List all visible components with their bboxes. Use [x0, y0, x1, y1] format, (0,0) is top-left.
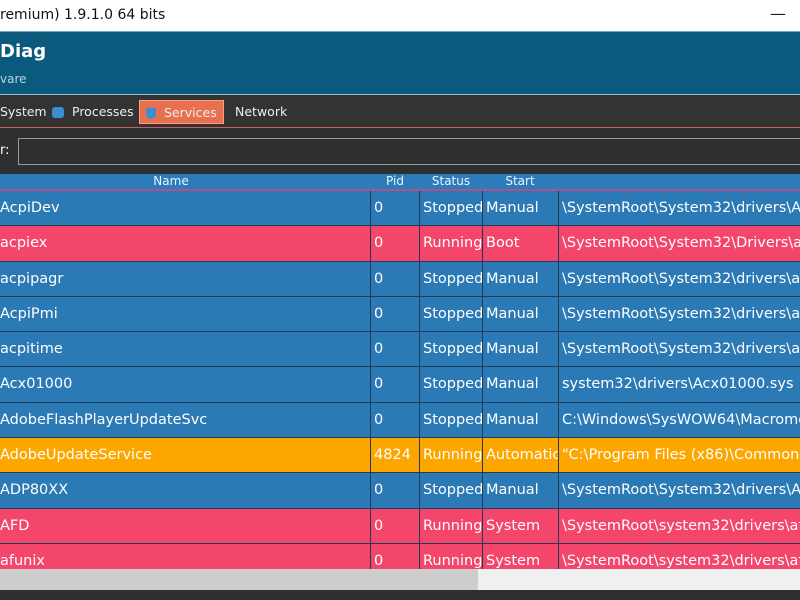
services-table: Name Pid Status Start AcpiDev 0 Stopped Man…	[0, 174, 800, 586]
minimize-button[interactable]: —	[770, 0, 786, 28]
cell-path: \SystemRoot\System32\Drivers\ac	[562, 235, 800, 252]
cell-service-name: AcpiDev	[0, 191, 371, 226]
cell-status: Running	[420, 226, 483, 262]
cell-path: C:\Windows\SysWOW64\Macrome	[562, 411, 800, 428]
cell-service-name: ADP80XX	[0, 473, 371, 509]
scrollbar-thumb[interactable]	[0, 569, 478, 590]
cell-status: Running	[420, 508, 483, 544]
table-header: Name Pid Status Start	[0, 174, 800, 191]
app-banner: Diag vare	[0, 31, 800, 95]
tab-services[interactable]: Services	[139, 100, 224, 124]
cell-start-type: Automatic	[483, 438, 559, 474]
cell-path: \SystemRoot\System32\drivers\ac	[562, 270, 800, 287]
cell-service-name: AdobeFlashPlayerUpdateSvc	[0, 402, 371, 438]
cell-status: Stopped	[420, 261, 483, 297]
app-title: Diag	[0, 41, 47, 62]
table-row[interactable]: acpiex 0 Running Boot \SystemRoot\System32\D…	[0, 226, 800, 262]
cell-status: Stopped	[420, 296, 483, 332]
shield-icon	[146, 108, 156, 119]
tab-label: Network	[235, 104, 288, 119]
cell-pid: 0	[371, 473, 420, 509]
table-row[interactable]: AdobeFlashPlayerUpdateSvc 0 Stopped Manual C…	[0, 402, 800, 439]
horizontal-scrollbar[interactable]	[0, 569, 800, 590]
cell-start-type: Manual	[483, 191, 559, 226]
cell-status: Stopped	[420, 191, 483, 226]
cell-start-type: Manual	[483, 402, 559, 438]
cell-status: Stopped	[420, 473, 483, 509]
cell-pid: 0	[371, 402, 420, 438]
cell-path: \SystemRoot\System32\drivers\AD	[562, 482, 800, 499]
cell-start-type: Boot	[483, 226, 559, 262]
cell-path: system32\drivers\Acx01000.sys	[562, 376, 794, 393]
tab-label: Services	[164, 105, 217, 120]
cell-pid: 0	[371, 296, 420, 332]
cell-pid: 4824	[371, 438, 420, 474]
cell-service-name: AcpiPmi	[0, 296, 371, 332]
cell-service-name: acpitime	[0, 332, 371, 368]
tab-network[interactable]: Network	[229, 100, 293, 124]
cell-path: \SystemRoot\System32\drivers\ac	[562, 305, 800, 322]
cell-status: Stopped	[420, 367, 483, 403]
cell-path: \SystemRoot\System32\drivers\Ac	[562, 200, 800, 216]
title-bar: remium) 1.9.1.0 64 bits —	[0, 0, 800, 31]
cell-service-name: AdobeUpdateService	[0, 438, 371, 474]
tab-label: Processes	[72, 104, 134, 119]
filter-input[interactable]	[18, 138, 800, 165]
cell-service-name: Acx01000	[0, 367, 371, 403]
table-row[interactable]: AFD 0 Running System \SystemRoot\system32\dr…	[0, 508, 800, 544]
status-bar	[0, 590, 800, 600]
cell-pid: 0	[371, 508, 420, 544]
processes-icon	[52, 107, 64, 118]
column-header-name[interactable]: Name	[153, 174, 188, 189]
cell-status: Stopped	[420, 402, 483, 438]
cell-status: Stopped	[420, 332, 483, 368]
tab-system[interactable]: System	[0, 100, 53, 124]
cell-pid: 0	[371, 191, 420, 226]
table-row[interactable]: ADP80XX 0 Stopped Manual \SystemRoot\System3…	[0, 473, 800, 509]
table-row[interactable]: AdobeUpdateService 4824 Running Automatic "C…	[0, 438, 800, 474]
column-header-start[interactable]: Start	[505, 174, 534, 189]
window-title: remium) 1.9.1.0 64 bits	[0, 7, 166, 23]
filter-bar: r:	[0, 129, 800, 173]
column-header-status[interactable]: Status	[432, 174, 470, 189]
table-body: AcpiDev 0 Stopped Manual \SystemRoot\System3…	[0, 191, 800, 586]
cell-pid: 0	[371, 332, 420, 368]
cell-pid: 0	[371, 226, 420, 262]
table-row[interactable]: AcpiDev 0 Stopped Manual \SystemRoot\System3…	[0, 191, 800, 227]
table-row[interactable]: acpipagr 0 Stopped Manual \SystemRoot\System…	[0, 261, 800, 297]
cell-path: \SystemRoot\system32\drivers\afd	[562, 517, 800, 534]
cell-start-type: System	[483, 508, 559, 544]
tab-bar: System Processes Services Network	[0, 96, 800, 128]
table-row[interactable]: acpitime 0 Stopped Manual \SystemRoot\System…	[0, 332, 800, 368]
tab-label: System	[0, 104, 47, 119]
cell-service-name: acpiex	[0, 226, 371, 262]
cell-path: "C:\Program Files (x86)\Common F	[562, 447, 800, 464]
table-row[interactable]: AcpiPmi 0 Stopped Manual \SystemRoot\System3…	[0, 296, 800, 333]
column-header-pid[interactable]: Pid	[386, 174, 404, 189]
cell-service-name: acpipagr	[0, 261, 371, 297]
table-row[interactable]: Acx01000 0 Stopped Manual system32\drivers\A…	[0, 367, 800, 403]
cell-pid: 0	[371, 261, 420, 297]
cell-service-name: AFD	[0, 508, 371, 544]
cell-start-type: Manual	[483, 261, 559, 297]
cell-path: \SystemRoot\System32\drivers\ac	[562, 341, 800, 358]
cell-start-type: Manual	[483, 296, 559, 332]
cell-status: Running	[420, 438, 483, 474]
cell-pid: 0	[371, 367, 420, 403]
filter-label: r:	[0, 143, 10, 158]
tab-processes[interactable]: Processes	[46, 100, 140, 124]
cell-start-type: Manual	[483, 367, 559, 403]
cell-start-type: Manual	[483, 473, 559, 509]
app-subtitle: vare	[0, 72, 27, 86]
cell-start-type: Manual	[483, 332, 559, 368]
